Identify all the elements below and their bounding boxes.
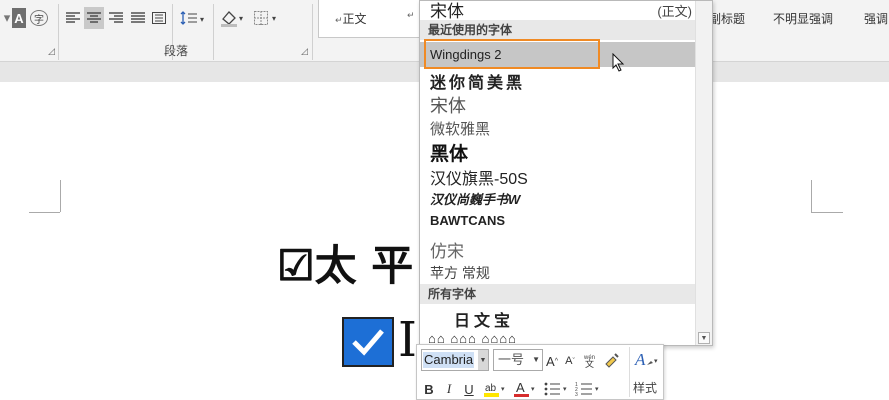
phonetic-guide-icon[interactable]: wén 文 <box>581 351 599 369</box>
font-item-hanyi-shangwei[interactable]: 汉仪尚巍手书W <box>430 189 520 208</box>
font-item-fangsong[interactable]: 仿宋 <box>430 237 464 262</box>
font-item-hanyi-qihei[interactable]: 汉仪旗黑-50S <box>430 165 528 189</box>
ribbon-separator <box>312 4 313 60</box>
styles-icon[interactable]: A ▾ <box>633 349 661 371</box>
svg-text:▾: ▾ <box>654 358 658 365</box>
mini-font-box[interactable]: Cambria ▼ <box>421 349 489 371</box>
all-fonts-header: 所有字体 <box>420 284 695 304</box>
svg-text:A: A <box>516 380 525 395</box>
paragraph-group-label: 段落 <box>164 44 189 58</box>
style-emphasis[interactable]: 强调 <box>864 10 888 27</box>
mini-toolbar: Cambria ▼ 一号 ▼ A ^ Aˇ wén 文 A ▾ 样式 B I U ab… <box>416 344 664 400</box>
enclose-char-icon[interactable]: 字 <box>30 10 48 26</box>
crop-mark <box>60 180 61 212</box>
font-item-mini-jianmeihei[interactable]: 迷你简美黑 <box>430 69 525 93</box>
svg-text:▾: ▾ <box>501 386 505 393</box>
crop-mark <box>811 180 812 212</box>
font-color-icon[interactable]: A ▾ <box>513 379 539 399</box>
svg-text:▾: ▾ <box>563 386 567 393</box>
font-item-microsoft-yahei[interactable]: 微软雅黑 <box>430 118 490 139</box>
ribbon-separator <box>213 4 214 60</box>
bullets-icon[interactable]: ▾ <box>543 379 571 399</box>
chevron-down-icon[interactable]: ▼ <box>478 350 488 370</box>
numbering-icon[interactable]: 1 2 3 ▾ <box>575 379 605 399</box>
svg-text:▾: ▾ <box>531 386 535 393</box>
justify-icon[interactable] <box>129 8 147 28</box>
align-left-icon[interactable] <box>64 8 82 28</box>
font-item-heiti[interactable]: 黑体 <box>430 139 468 166</box>
checked-checkbox-icon <box>342 317 394 367</box>
svg-text:▾: ▾ <box>239 14 243 23</box>
body-font-hint: (正文) <box>657 4 692 19</box>
dropdown-arrow-icon[interactable]: ▾ <box>2 8 12 28</box>
shrink-font-icon[interactable]: Aˇ <box>563 353 577 369</box>
highlight-color-icon[interactable]: ab ▾ <box>483 379 509 399</box>
mouse-cursor-icon <box>612 53 625 72</box>
font-item-decorative[interactable]: 日文宝 <box>454 307 514 331</box>
align-right-icon[interactable] <box>107 8 125 28</box>
mini-font-name[interactable]: Cambria <box>423 352 475 368</box>
svg-text:A: A <box>634 350 646 369</box>
char-shading-icon[interactable]: A <box>12 8 26 28</box>
paragraph-dialog-launcher-icon[interactable]: ◿ <box>301 46 308 57</box>
svg-text:文: 文 <box>585 358 594 368</box>
document-text-line[interactable]: ☑太 平 <box>277 232 413 293</box>
styles-label: 样式 <box>632 380 657 395</box>
font-dialog-launcher-icon[interactable]: ◿ <box>48 46 55 57</box>
recent-fonts-header: 最近使用的字体 <box>420 20 695 40</box>
ribbon-separator <box>58 4 59 60</box>
scroll-down-arrow-icon[interactable]: ▼ <box>698 332 710 344</box>
underline-button[interactable]: U <box>461 381 477 397</box>
font-list-scrollbar[interactable]: ▼ <box>695 1 712 345</box>
line-spacing-icon[interactable]: ▾ <box>178 8 208 28</box>
svg-text:3: 3 <box>575 392 578 398</box>
font-item-songti[interactable]: 宋体 <box>430 1 464 22</box>
shading-icon[interactable]: ▾ <box>218 8 248 28</box>
font-item-bawtcans[interactable]: BAWTCANS <box>430 213 505 228</box>
chevron-down-icon[interactable]: ▼ <box>532 350 540 370</box>
svg-text:▾: ▾ <box>272 14 276 23</box>
italic-button[interactable]: I <box>441 381 457 397</box>
font-item-pingfang[interactable]: 苹方 常规 <box>430 263 490 283</box>
paragraph-mark-icon: ↵ <box>407 10 415 20</box>
borders-icon[interactable]: ▾ <box>252 8 282 28</box>
style-subtitle[interactable]: 副标题 <box>709 10 745 27</box>
bold-button[interactable]: B <box>421 381 437 397</box>
font-item-songti[interactable]: 宋体 <box>430 92 466 118</box>
font-item-wingdings2[interactable]: Wingdings 2 <box>430 47 502 62</box>
crop-mark <box>29 212 60 213</box>
style-normal[interactable]: ↵正文 <box>335 10 367 27</box>
crop-mark <box>811 212 843 213</box>
mini-font-size-box[interactable]: 一号 ▼ <box>493 349 543 371</box>
svg-text:ab: ab <box>485 383 497 394</box>
paragraph-mark-icon: ↵ <box>335 15 343 25</box>
format-painter-icon[interactable] <box>603 351 621 369</box>
svg-text:▾: ▾ <box>200 15 204 24</box>
mini-font-size-value: 一号 <box>498 352 525 367</box>
distributed-icon[interactable] <box>150 8 168 28</box>
align-center-icon[interactable] <box>84 7 104 29</box>
grow-font-icon[interactable]: A ^ <box>545 353 559 369</box>
font-dropdown-list[interactable]: 宋体 (正文) 最近使用的字体 Wingdings 2 迷你简美黑 宋体 微软雅… <box>419 0 713 346</box>
svg-text:▾: ▾ <box>595 386 599 393</box>
document-text-line[interactable]: I <box>398 312 417 368</box>
style-subtle-emphasis[interactable]: 不明显强调 <box>773 10 833 27</box>
